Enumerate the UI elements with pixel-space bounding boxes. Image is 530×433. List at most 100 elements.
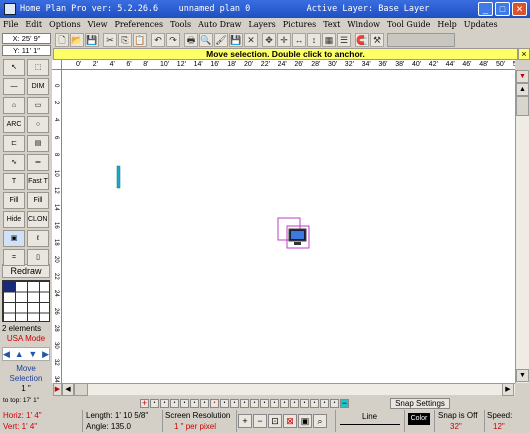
hide-icon[interactable]: Hide	[3, 211, 25, 228]
nudge-up-icon[interactable]: ▲	[15, 348, 24, 360]
page-tab[interactable]: •	[290, 398, 299, 408]
scroll-down-icon[interactable]: ▼	[516, 369, 529, 382]
text-icon[interactable]: T	[3, 173, 25, 190]
dashed-box-icon[interactable]: ▯	[27, 249, 49, 266]
page-tab[interactable]: •	[210, 398, 219, 408]
line-icon[interactable]: —	[3, 78, 25, 95]
usa-mode-label[interactable]: USA Mode	[2, 334, 50, 343]
page-tab[interactable]: •	[310, 398, 319, 408]
line-style[interactable]: Line	[362, 412, 377, 422]
page-tab[interactable]: •	[180, 398, 189, 408]
horizontal-scroll-thumb[interactable]	[74, 383, 88, 396]
dimension-icon[interactable]: DIM	[27, 78, 49, 95]
select-arrow-icon[interactable]: ↖	[3, 59, 25, 76]
menu-updates[interactable]: Updates	[464, 20, 498, 29]
menu-options[interactable]: Options	[49, 20, 81, 29]
scroll-left-icon[interactable]: ◀	[62, 383, 74, 396]
rectangle-icon[interactable]: ▭	[27, 97, 49, 114]
window-icon[interactable]: ▤	[27, 135, 49, 152]
page-tab[interactable]: •	[250, 398, 259, 408]
close-button[interactable]: ✕	[512, 2, 527, 16]
new-icon[interactable]: 🗋	[55, 32, 69, 47]
page-tab[interactable]: •	[240, 398, 249, 408]
page-tab[interactable]: •	[320, 398, 329, 408]
fast-text-icon[interactable]: Fast T	[27, 173, 49, 190]
move-icon[interactable]: ✥	[262, 32, 276, 47]
page-tab[interactable]: •	[270, 398, 279, 408]
add-page-button[interactable]: +	[140, 398, 149, 408]
page-tab[interactable]: •	[260, 398, 269, 408]
page-tab[interactable]: •	[160, 398, 169, 408]
menu-preferences[interactable]: Preferences	[114, 20, 163, 29]
nudge-down-icon[interactable]: ▼	[28, 348, 37, 360]
redo-icon[interactable]: ↷	[166, 32, 180, 47]
page-tab[interactable]: •	[170, 398, 179, 408]
vertical-icon[interactable]: ↕	[307, 32, 321, 47]
menu-help[interactable]: Help	[437, 20, 456, 29]
menu-text[interactable]: Text	[323, 20, 340, 29]
polygon-icon[interactable]: ⌂	[3, 97, 25, 114]
cut-icon[interactable]: ✂	[103, 32, 117, 47]
page-tab[interactable]: •	[150, 398, 159, 408]
clone-icon[interactable]: CLONE	[27, 211, 49, 228]
double-line-icon[interactable]: =	[3, 249, 25, 266]
page-tab[interactable]: •	[280, 398, 289, 408]
menu-tool-guide[interactable]: Tool Guide	[387, 20, 430, 29]
close-x-icon[interactable]: ✕	[244, 32, 258, 47]
crosshair-icon[interactable]: ✛	[277, 32, 291, 47]
redraw-button[interactable]: Redraw	[2, 264, 50, 278]
maximize-button[interactable]: □	[495, 2, 510, 16]
status-close-button[interactable]: ×	[518, 48, 530, 60]
remove-page-button[interactable]: −	[340, 398, 349, 408]
snap-icon[interactable]: 🧲	[355, 32, 369, 47]
nudge-left-icon[interactable]: ◀	[3, 348, 10, 360]
nudge-right-icon[interactable]: ▶	[42, 348, 49, 360]
zoom-select-icon[interactable]: ⌕	[313, 414, 327, 428]
layer-grid[interactable]	[2, 280, 50, 322]
scroll-left-marker-icon[interactable]: ▶	[53, 383, 62, 396]
page-tab[interactable]: •	[220, 398, 229, 408]
scroll-right-icon[interactable]: ▶	[502, 383, 514, 396]
page-tab[interactable]: •	[300, 398, 309, 408]
copy-icon[interactable]: ⎘	[118, 32, 132, 47]
fill-icon[interactable]: Fill	[3, 192, 25, 209]
menu-pictures[interactable]: Pictures	[283, 20, 316, 29]
snap-settings-button[interactable]: Snap Settings	[390, 398, 450, 409]
layers-icon[interactable]: ☰	[337, 32, 351, 47]
horizontal-scrollbar[interactable]: ▶ ◀ ▶	[53, 383, 515, 396]
scroll-up-icon[interactable]: ▲	[516, 83, 529, 96]
menu-auto-draw[interactable]: Auto Draw	[198, 20, 241, 29]
undo-icon[interactable]: ↶	[151, 32, 165, 47]
circle-icon[interactable]: ○	[27, 116, 49, 133]
minimize-button[interactable]: _	[478, 2, 493, 16]
wall-segment[interactable]	[116, 165, 121, 189]
picture-icon[interactable]: ▣	[3, 230, 25, 247]
zoom-window-icon[interactable]: ⊠	[283, 414, 297, 428]
zoom-in-icon[interactable]: +	[238, 414, 252, 428]
save-blue-icon[interactable]: 💾	[229, 32, 243, 47]
zoom-out-icon[interactable]: −	[253, 414, 267, 428]
menu-edit[interactable]: Edit	[25, 20, 42, 29]
door-icon[interactable]: ⊏	[3, 135, 25, 152]
open-icon[interactable]: 📂	[70, 32, 84, 47]
zoom-page-icon[interactable]: ▣	[298, 414, 312, 428]
horizontal-icon[interactable]: ↔	[292, 32, 306, 47]
scroll-page-marker-icon[interactable]: ▼	[516, 70, 529, 83]
drawing-canvas[interactable]	[62, 70, 515, 383]
page-tab[interactable]: •	[330, 398, 339, 408]
page-tab[interactable]: •	[200, 398, 209, 408]
menu-view[interactable]: View	[88, 20, 108, 29]
paste-icon[interactable]: 📋	[133, 32, 147, 47]
menu-file[interactable]: File	[3, 20, 18, 29]
save-icon[interactable]: 💾	[85, 32, 99, 47]
zoom-icon[interactable]: 🔍	[199, 32, 213, 47]
fill-pics-icon[interactable]: Fill Pics	[27, 192, 49, 209]
vertical-scrollbar[interactable]: ▼ ▲ ▼	[515, 70, 529, 383]
tool-icon[interactable]: ⚒	[370, 32, 384, 47]
freehand-icon[interactable]: ℓ	[27, 230, 49, 247]
menu-layers[interactable]: Layers	[249, 20, 276, 29]
paint-icon[interactable]: 🖌	[214, 32, 228, 47]
vertical-scroll-thumb[interactable]	[516, 96, 529, 116]
page-tab[interactable]: •	[230, 398, 239, 408]
arc-icon[interactable]: ARC	[3, 116, 25, 133]
